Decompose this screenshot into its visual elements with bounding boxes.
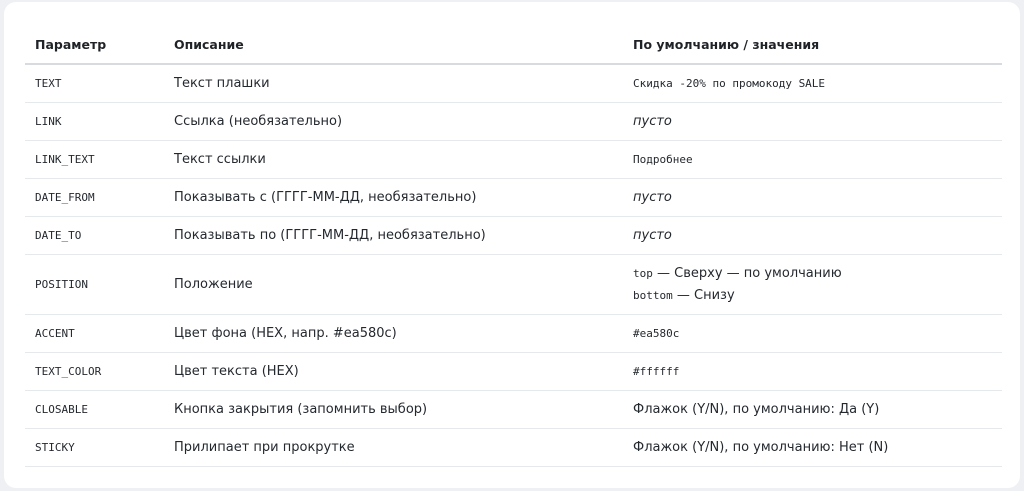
param-name: DATE_FROM: [25, 178, 164, 217]
table-row: LINK_TEXT Текст ссылки Подробнее: [25, 140, 1002, 179]
param-default: Флажок (Y/N), по умолчанию: Нет (N): [623, 428, 1002, 467]
param-description: Текст плашки: [164, 64, 623, 103]
param-name: TEXT_COLOR: [25, 352, 164, 391]
param-default: top — Сверху — по умолчанию bottom — Сни…: [623, 254, 1002, 315]
param-name: DATE_TO: [25, 216, 164, 255]
table-row: TEXT Текст плашки Скидка -20% по промоко…: [25, 64, 1002, 103]
parameters-card: Параметр Описание По умолчанию / значени…: [4, 2, 1020, 488]
table-row: TEXT_COLOR Цвет текста (HEX) #ffffff: [25, 352, 1002, 391]
param-default: Подробнее: [623, 140, 1002, 179]
param-name: LINK: [25, 102, 164, 141]
table-row: DATE_FROM Показывать с (ГГГГ-ММ-ДД, необ…: [25, 178, 1002, 217]
param-default: пусто: [623, 216, 1002, 255]
column-header-param: Параметр: [25, 26, 164, 65]
table-row: DATE_TO Показывать по (ГГГГ-ММ-ДД, необя…: [25, 216, 1002, 255]
column-header-default: По умолчанию / значения: [623, 26, 1002, 65]
param-name: POSITION: [25, 254, 164, 315]
param-description: Показывать с (ГГГГ-ММ-ДД, необязательно): [164, 178, 623, 217]
position-option-top: top — Сверху — по умолчанию: [633, 263, 1002, 285]
param-default: Скидка -20% по промокоду SALE: [623, 64, 1002, 103]
param-description: Ссылка (необязательно): [164, 102, 623, 141]
table-row: ACCENT Цвет фона (HEX, напр. #ea580c) #e…: [25, 314, 1002, 353]
table-header-row: Параметр Описание По умолчанию / значени…: [25, 26, 1002, 65]
table-row: STICKY Прилипает при прокрутке Флажок (Y…: [25, 428, 1002, 467]
param-description: Цвет текста (HEX): [164, 352, 623, 391]
param-description: Положение: [164, 254, 623, 315]
parameters-table: Параметр Описание По умолчанию / значени…: [25, 26, 1002, 467]
position-code-bottom: bottom: [633, 288, 673, 302]
param-name: STICKY: [25, 428, 164, 467]
table-row: POSITION Положение top — Сверху — по умо…: [25, 254, 1002, 315]
param-description: Кнопка закрытия (запомнить выбор): [164, 390, 623, 429]
table-row: CLOSABLE Кнопка закрытия (запомнить выбо…: [25, 390, 1002, 429]
param-default: Флажок (Y/N), по умолчанию: Да (Y): [623, 390, 1002, 429]
param-description: Прилипает при прокрутке: [164, 428, 623, 467]
param-description: Цвет фона (HEX, напр. #ea580c): [164, 314, 623, 353]
position-code-top: top: [633, 266, 653, 280]
param-name: ACCENT: [25, 314, 164, 353]
param-default: пусто: [623, 178, 1002, 217]
param-name: CLOSABLE: [25, 390, 164, 429]
position-option-bottom: bottom — Снизу: [633, 285, 1002, 307]
table-row: LINK Ссылка (необязательно) пусто: [25, 102, 1002, 141]
param-name: LINK_TEXT: [25, 140, 164, 179]
param-description: Текст ссылки: [164, 140, 623, 179]
param-description: Показывать по (ГГГГ-ММ-ДД, необязательно…: [164, 216, 623, 255]
param-default: пусто: [623, 102, 1002, 141]
param-name: TEXT: [25, 64, 164, 103]
column-header-description: Описание: [164, 26, 623, 65]
position-text-bottom: — Снизу: [672, 287, 735, 303]
param-default: #ea580c: [623, 314, 1002, 353]
position-text-top: — Сверху — по умолчанию: [652, 265, 842, 281]
param-default: #ffffff: [623, 352, 1002, 391]
